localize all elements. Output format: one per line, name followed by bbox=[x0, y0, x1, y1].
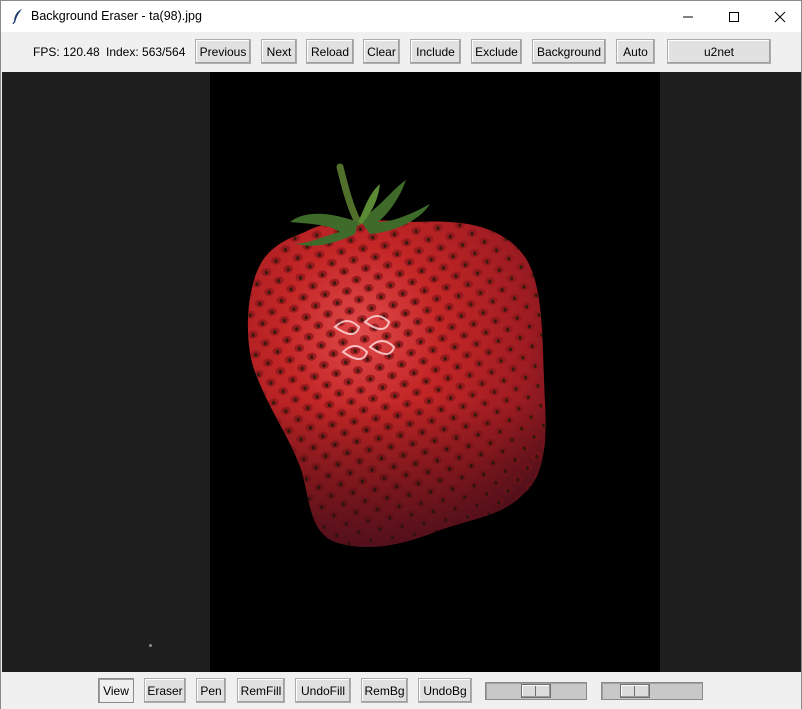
slider-thumb[interactable] bbox=[521, 684, 551, 698]
background-button[interactable]: Background bbox=[532, 39, 606, 64]
top-toolbar: FPS: 120.48 Index: 563/564 Previous Next… bbox=[1, 32, 801, 72]
eraser-mode-button[interactable]: Eraser bbox=[144, 678, 186, 703]
app-window: Background Eraser - ta(98).jpg FPS: 120.… bbox=[0, 0, 802, 709]
include-button[interactable]: Include bbox=[410, 39, 461, 64]
clear-button[interactable]: Clear bbox=[363, 39, 400, 64]
exclude-button[interactable]: Exclude bbox=[471, 39, 522, 64]
reload-button[interactable]: Reload bbox=[306, 39, 354, 64]
window-title: Background Eraser - ta(98).jpg bbox=[31, 9, 202, 23]
canvas-area[interactable] bbox=[2, 72, 801, 672]
title-bar[interactable]: Background Eraser - ta(98).jpg bbox=[1, 1, 801, 32]
minimize-button[interactable] bbox=[665, 1, 711, 32]
undofill-button[interactable]: UndoFill bbox=[295, 678, 351, 703]
index-label: Index: 563/564 bbox=[106, 45, 186, 59]
close-button[interactable] bbox=[757, 1, 802, 32]
next-button[interactable]: Next bbox=[261, 39, 297, 64]
undobg-button[interactable]: UndoBg bbox=[418, 678, 472, 703]
maximize-button[interactable] bbox=[711, 1, 757, 32]
remfill-button[interactable]: RemFill bbox=[237, 678, 285, 703]
rembg-button[interactable]: RemBg bbox=[361, 678, 408, 703]
strawberry-image bbox=[247, 163, 546, 547]
tolerance-slider[interactable] bbox=[601, 682, 703, 700]
bottom-toolbar: View Eraser Pen RemFill UndoFill RemBg U… bbox=[1, 672, 801, 709]
close-icon bbox=[774, 11, 786, 22]
auto-button[interactable]: Auto bbox=[616, 39, 655, 64]
image-canvas[interactable] bbox=[210, 72, 660, 672]
previous-button[interactable]: Previous bbox=[195, 39, 251, 64]
view-mode-button[interactable]: View bbox=[98, 678, 134, 703]
slider-thumb[interactable] bbox=[620, 684, 650, 698]
feather-icon bbox=[12, 9, 22, 24]
model-select-button[interactable]: u2net bbox=[667, 39, 771, 64]
fps-label: FPS: 120.48 bbox=[33, 45, 100, 59]
brush-size-slider[interactable] bbox=[485, 682, 587, 700]
pen-mode-button[interactable]: Pen bbox=[196, 678, 226, 703]
cursor-dot bbox=[149, 644, 152, 647]
minimize-icon bbox=[683, 16, 693, 17]
maximize-icon bbox=[729, 11, 739, 22]
